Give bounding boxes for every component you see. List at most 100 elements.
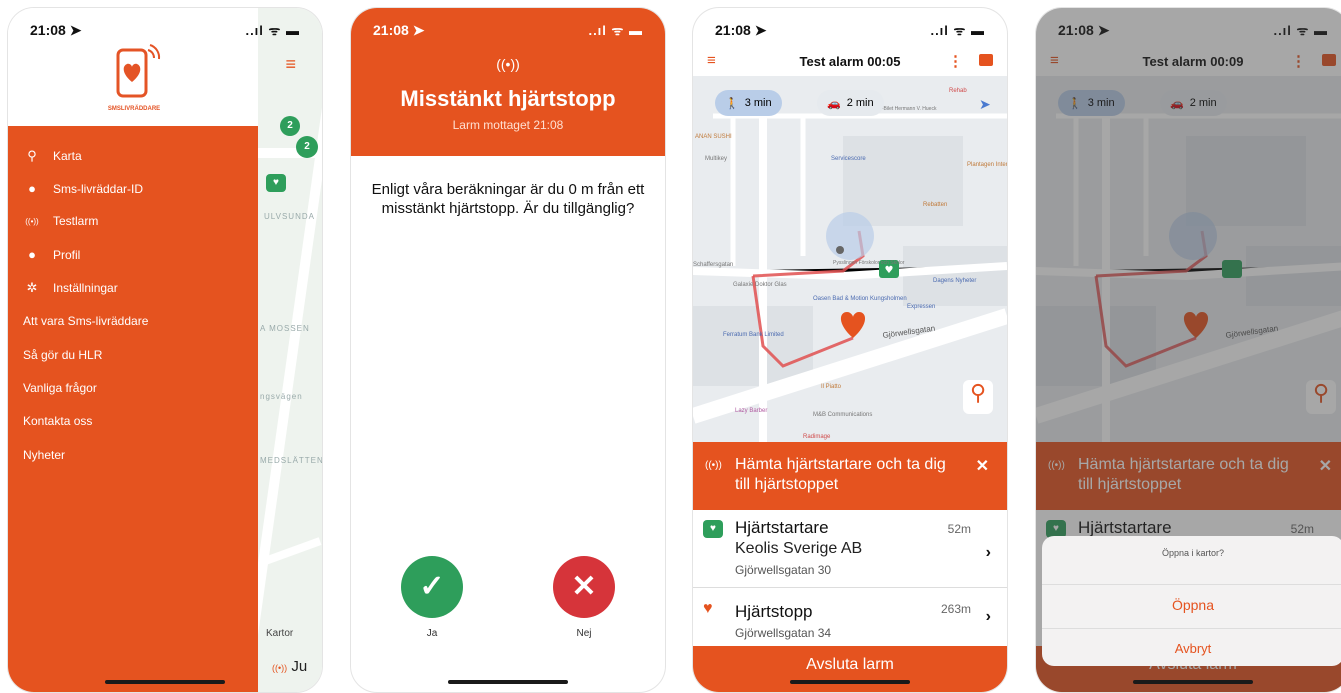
map-label-rebatten: Rebatten	[923, 202, 947, 208]
person-icon: ●	[28, 247, 36, 262]
walk-eta-chip[interactable]: 🚶 3 min	[715, 90, 782, 116]
map-view-icon[interactable]	[979, 54, 993, 66]
phone-open-maps-screen: 21:08 ➤ ..ıl ᯤ ▬ ≡ Test alarm 00:09 ⋮ Gj…	[1036, 8, 1341, 692]
decline-button[interactable]: ✕	[553, 556, 615, 618]
signal-icon: ..ıl ᯤ ▬	[245, 23, 300, 38]
sheet-open-button[interactable]: Öppna	[1042, 584, 1341, 613]
menu-item-hlr[interactable]: Så gör du HLR	[23, 348, 102, 362]
heart-icon: ♥	[703, 600, 713, 617]
map-label: A MOSSEN	[260, 324, 310, 333]
cluster-pin[interactable]: 2	[296, 136, 318, 158]
aed-pin-icon[interactable]: ♥	[266, 174, 286, 192]
map-label-schaffer: Schaffersgatan	[693, 262, 733, 268]
menu-item-testlarm[interactable]: ((•)) Testlarm	[23, 214, 98, 228]
menu-item-fragor[interactable]: Vanliga frågor	[23, 381, 97, 395]
walk-eta-label: 3 min	[744, 97, 772, 109]
menu-item-profil[interactable]: ● Profil	[23, 247, 80, 262]
menu-label: Karta	[53, 149, 82, 163]
walk-icon: 🚶	[725, 97, 739, 110]
menu-item-kontakt[interactable]: Kontakta oss	[23, 414, 92, 428]
map-label-dagens: Dagens Nyheter	[933, 278, 976, 284]
menu-label: Att vara Sms-livräddare	[23, 314, 149, 328]
aed-address: Gjörwellsgatan 30	[735, 563, 832, 577]
status-bar: 21:08 ➤ ..ıl ᯤ ▬	[351, 8, 665, 48]
map-label-pysslingen: Pysslingen Förskolor och Skolor	[833, 260, 905, 266]
menu-item-karta[interactable]: ⚲ Karta	[23, 148, 82, 164]
status-time: 21:08 ➤	[715, 22, 767, 38]
map-label-multikey: Multikey	[705, 156, 727, 162]
menu-item-nyheter[interactable]: Nyheter	[23, 448, 65, 462]
menu-label: Vanliga frågor	[23, 381, 97, 395]
cluster-pin[interactable]: 2	[280, 116, 300, 136]
map-label: ngsvägen	[260, 392, 303, 401]
menu-item-att-vara[interactable]: Att vara Sms-livräddare	[23, 314, 148, 328]
drive-eta-chip[interactable]: 🚗 2 min	[817, 90, 884, 116]
aed-row[interactable]: ♥ Hjärtstartare 52m Keolis Sverige AB Gj…	[693, 510, 1007, 588]
bottom-banner-text: ((•)) Ju	[272, 658, 307, 675]
phone-alert-screen: ((•)) Misstänkt hjärtstopp Larm mottaget…	[351, 8, 665, 692]
instruction-text: Hämta hjärtstartare och ta dig till hjär…	[735, 456, 946, 493]
alert-title: Misstänkt hjärtstopp	[400, 86, 616, 111]
menu-item-sms-id[interactable]: ● Sms-livräddar-ID	[23, 181, 143, 196]
person-icon: ●	[28, 181, 36, 196]
phone-menu-screen: ULVSUNDA A MOSSEN ngsvägen MEDSLÄTTEN 2 …	[8, 8, 322, 692]
radio-waves-icon: ((•))	[496, 56, 520, 72]
hamburger-menu-icon[interactable]: ≡	[285, 54, 296, 75]
menu-label: Sms-livräddar-ID	[53, 181, 144, 196]
alert-message: Enligt våra beräkningar är du 0 m från e…	[371, 181, 645, 217]
menu-label: Så gör du HLR	[23, 348, 103, 362]
sheet-question: Öppna i kartor?	[1161, 548, 1225, 558]
svg-text:♥: ♥	[885, 265, 894, 276]
decline-label: Nej	[576, 628, 592, 639]
end-alarm-button[interactable]: Avsluta larm	[693, 646, 1007, 692]
car-icon: 🚗	[827, 97, 841, 110]
location-arrow-icon[interactable]: ➤	[979, 96, 991, 113]
accept-button[interactable]: ✓	[401, 556, 463, 618]
radio-waves-icon: ((•))	[272, 663, 288, 673]
gear-icon: ✲	[26, 280, 38, 295]
phone-map-screen: 21:08 ➤ ..ıl ᯤ ▬ ≡ Test alarm 00:05 ⋮ ♥	[693, 8, 1007, 692]
home-indicator	[448, 680, 568, 684]
status-bar: 21:08 ➤ ..ıl ᯤ ▬	[693, 8, 1007, 48]
map-label-ferratum: Ferratum Bank Limited	[723, 332, 784, 338]
close-icon: ✕	[571, 570, 597, 603]
home-indicator	[105, 680, 225, 684]
attribution-label: Kartor	[266, 628, 294, 639]
logo-caption: SMSLIVRÄDDARE	[107, 106, 161, 112]
map-label-plantagen: Plantagen Internationell	[967, 162, 1007, 168]
app-logo: SMSLIVRÄDDARE	[104, 42, 164, 112]
map-label-radimage: Radimage	[803, 434, 831, 440]
sheet-cancel-button[interactable]: Avbryt	[1042, 628, 1341, 656]
menu-label: Kontakta oss	[23, 414, 93, 428]
menu-item-installningar[interactable]: ✲ Inställningar	[23, 280, 118, 296]
radio-waves-icon: ((•))	[25, 216, 39, 226]
map-label: MEDSLÄTTEN	[260, 456, 322, 465]
status-time: 21:08 ➤	[30, 22, 82, 38]
chevron-right-icon: ›	[985, 608, 991, 625]
menu-label: Profil	[53, 247, 81, 262]
map-label-anan: ANAN SUSHI	[695, 134, 732, 140]
aed-company: Keolis Sverige AB	[735, 540, 863, 557]
map-label-ilpiatto: Il Piatto	[821, 384, 842, 390]
home-indicator	[1133, 680, 1253, 684]
location-pin-icon: ⚲	[27, 148, 37, 163]
status-time: 21:08 ➤	[373, 22, 425, 38]
aed-icon: ♥	[703, 520, 723, 538]
arrest-title: Hjärtstopp	[735, 602, 813, 621]
signal-icon: ..ıl ᯤ ▬	[930, 23, 985, 38]
google-maps-button[interactable]: ⚲	[963, 380, 993, 414]
route-map[interactable]: ♥ ANAN SUSHI Multikey Servicescore Rebat…	[693, 76, 1007, 450]
cardiac-arrest-row[interactable]: ♥ Hjärtstopp 263m Gjörwellsgatan 34 ›	[693, 590, 1007, 646]
map-label-galaxie: Galaxie Doktor Glas	[733, 282, 787, 288]
map-canvas: ♥ ANAN SUSHI Multikey Servicescore Rebat…	[693, 76, 1007, 450]
banner-label: Ju	[291, 658, 308, 675]
more-options-icon[interactable]: ⋮	[948, 52, 963, 70]
drive-eta-label: 2 min	[846, 97, 874, 109]
map-label-lazy: Lazy Barber	[735, 408, 767, 414]
apple-maps-attribution: Kartor	[266, 628, 293, 639]
radio-waves-icon: ((•))	[705, 460, 722, 471]
alert-received-time: Larm mottaget 21:08	[452, 118, 564, 132]
close-icon[interactable]: ✕	[976, 456, 989, 476]
map-label-mb: M&B Communications	[813, 412, 872, 418]
arrest-address: Gjörwellsgatan 34	[735, 626, 832, 640]
